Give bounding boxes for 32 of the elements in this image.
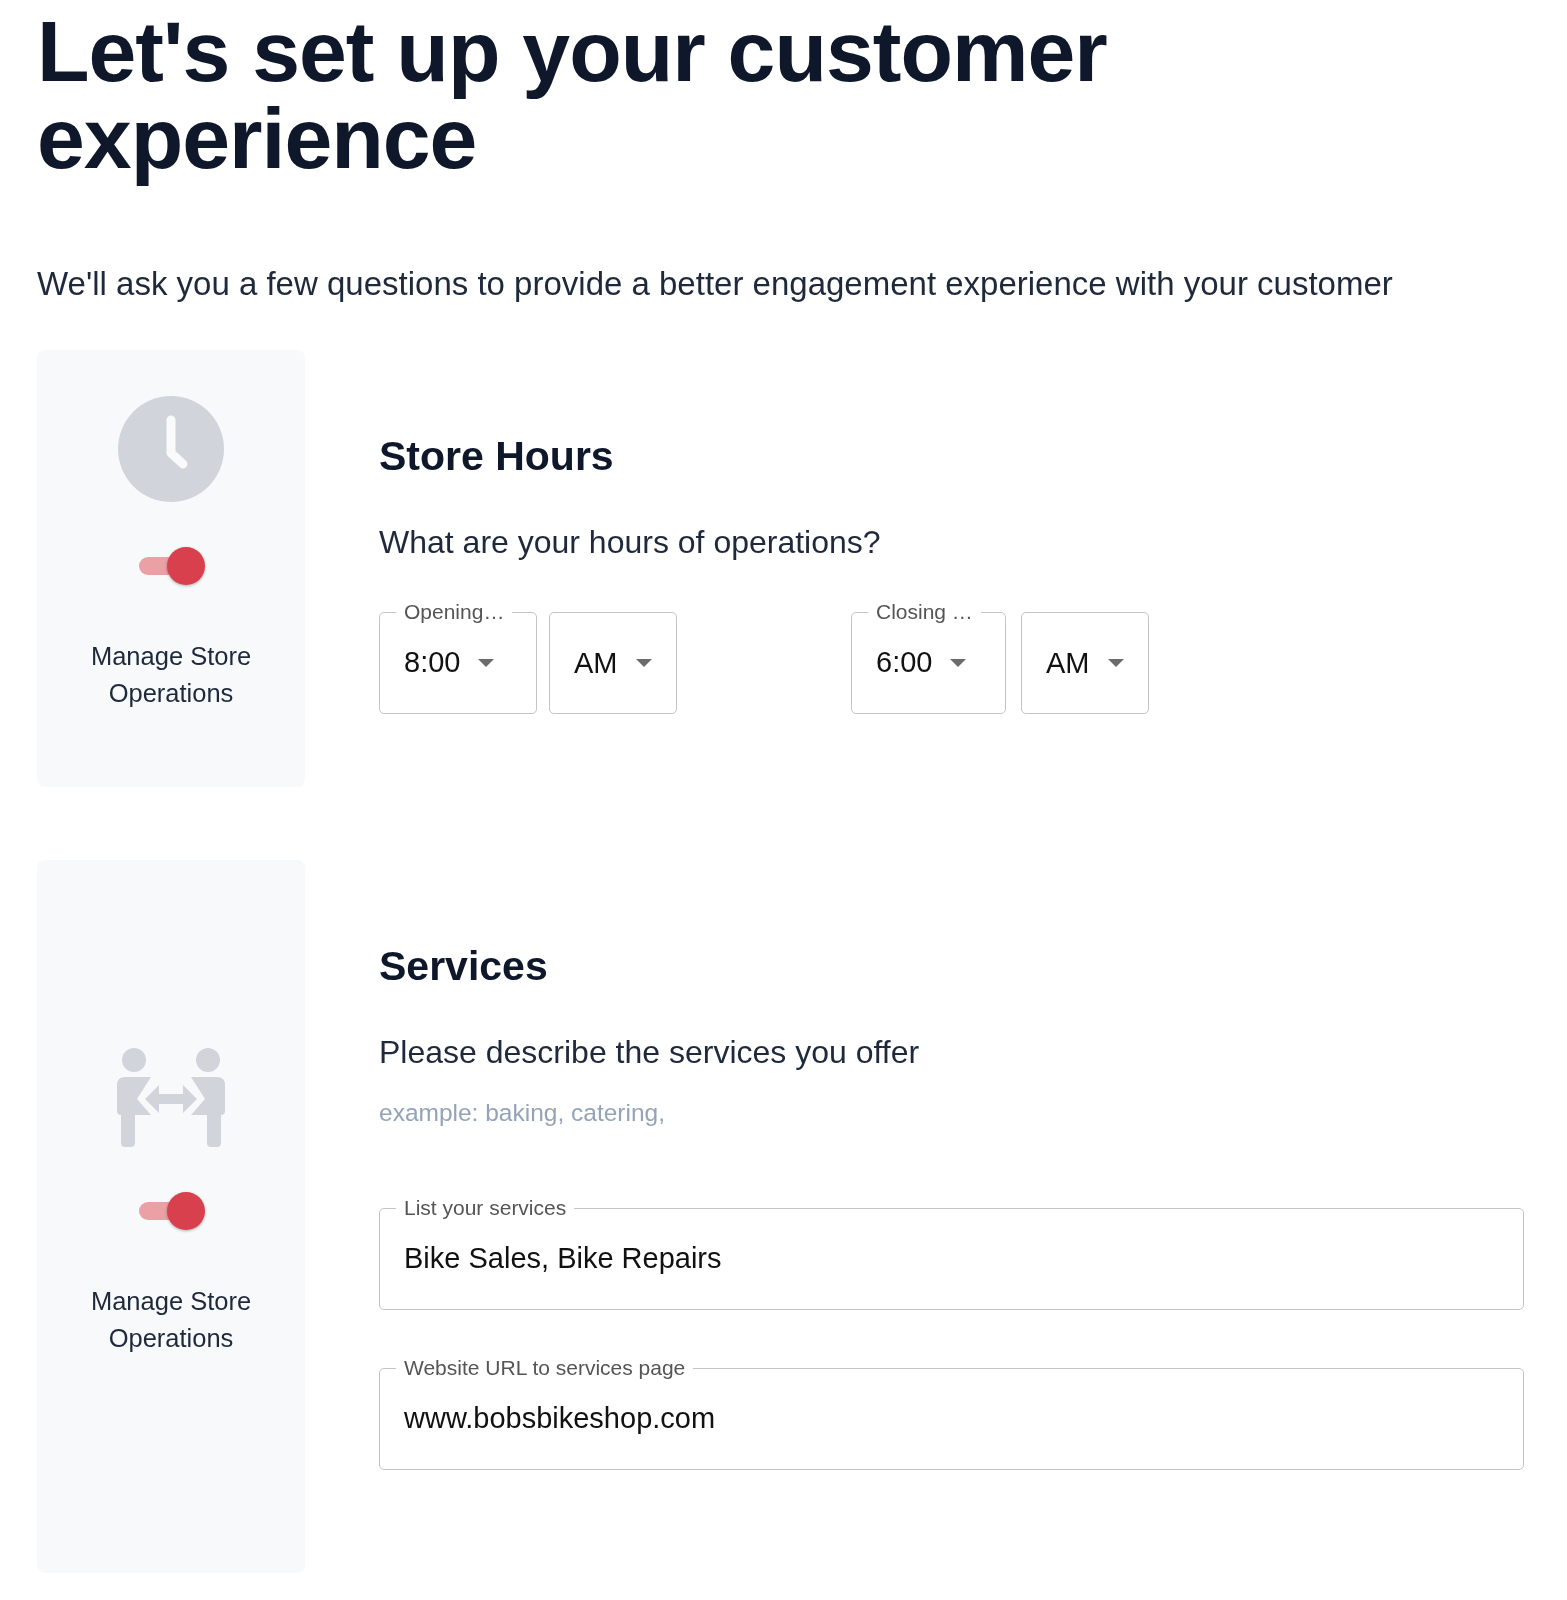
section-question: What are your hours of operations?: [379, 523, 882, 562]
page-subtitle: We'll ask you a few questions to provide a better engagement experience with your customer: [37, 264, 1394, 304]
caret-icon: [478, 658, 495, 667]
field-label: Closing …: [875, 602, 974, 622]
field-value: AM: [574, 646, 618, 680]
toggle-switch[interactable]: [137, 545, 205, 586]
card-label: Manage Store Operations: [89, 640, 253, 709]
caret-icon: [1107, 659, 1124, 667]
field-value: 6:00: [876, 646, 933, 679]
hint-text: example: baking, catering,: [379, 1098, 666, 1128]
field-label: Opening…: [403, 602, 506, 622]
people-exchange-icon: [115, 1046, 227, 1147]
select-field[interactable]: Closing … 6:00: [851, 602, 1006, 714]
field-label: List your services: [403, 1198, 568, 1218]
select-field[interactable]: Opening… 8:00: [379, 602, 538, 714]
clock-icon: [118, 395, 224, 502]
field-value: AM: [1046, 646, 1090, 680]
card-label: Manage Store Operations: [89, 1285, 253, 1354]
section-heading: Services: [379, 942, 549, 990]
section-question: Please describe the services you offer: [379, 1033, 921, 1072]
caret-icon: [635, 659, 652, 667]
input-field[interactable]: Website URL to services page www.bobsbikeshop.com: [379, 1358, 1524, 1470]
toggle-switch[interactable]: [137, 1190, 205, 1231]
section-heading: Store Hours: [379, 432, 615, 480]
field-label: Website URL to services page: [403, 1358, 687, 1378]
caret-icon: [950, 658, 967, 667]
select-field[interactable]: AM: [1021, 612, 1149, 714]
select-field[interactable]: AM: [549, 612, 677, 714]
field-value: www.bobsbikeshop.com: [404, 1402, 716, 1435]
field-value: 8:00: [404, 646, 461, 679]
input-field[interactable]: List your services Bike Sales, Bike Repairs: [379, 1198, 1524, 1310]
field-value: Bike Sales, Bike Repairs: [404, 1242, 722, 1275]
